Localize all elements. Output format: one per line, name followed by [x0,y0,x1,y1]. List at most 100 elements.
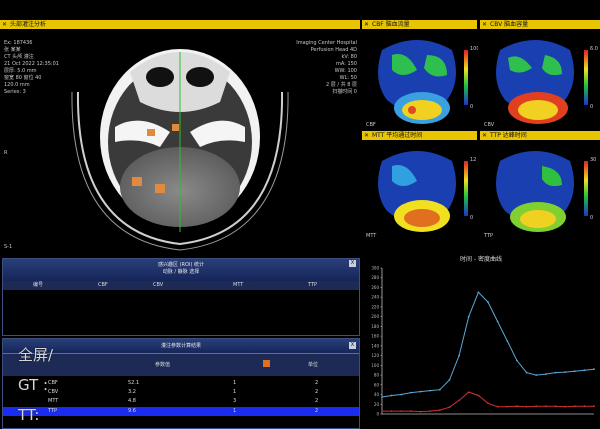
data-point[interactable] [410,410,412,412]
result-panel-header: 灌注参数计算结果 X [3,339,359,354]
data-point[interactable] [593,368,595,371]
data-point[interactable] [506,340,509,342]
y-tick-label: 220 [371,304,379,309]
table-row[interactable]: MTT 4.8 3 2 [3,397,359,406]
data-point[interactable] [400,410,403,412]
perfusion-map-cbv[interactable]: 6.0 0 CBV [480,30,600,130]
map-titlebar-cbf[interactable]: ✕ CBF 脑血流量 [362,20,477,29]
data-point[interactable] [381,410,383,412]
main-view-titlebar[interactable]: ✕ 头部灌注分析 [0,20,360,29]
scale-max: 100 [470,46,478,52]
map-label: CBF [366,122,376,128]
close-icon[interactable]: ✕ [2,20,7,29]
map-label: CBV [484,122,495,128]
data-point[interactable] [429,389,432,392]
overlay-fullscreen: 全屏/ [18,346,54,364]
data-point[interactable] [458,354,460,357]
data-point[interactable] [554,371,557,374]
data-point[interactable] [467,391,470,393]
data-point[interactable] [438,409,441,411]
data-point[interactable] [419,390,422,393]
series-line-1[interactable] [382,391,594,413]
orientation-label: R [4,150,8,156]
result-panel: 灌注参数计算结果 X 参数值 单位 CBF 52.1 1 2 CBV 3.2 1… [2,338,360,429]
close-button[interactable]: X [349,260,356,267]
data-point[interactable] [477,394,480,397]
table-row[interactable]: CBV 3.2 1 2 [3,388,359,397]
data-point[interactable] [583,369,586,372]
result-table-header: 参数值 单位 [3,354,359,376]
column-header: 参数值 [155,362,171,368]
data-point[interactable] [564,405,566,408]
data-point[interactable] [506,405,509,408]
map-title: MTT 平均通过时间 [372,132,423,139]
color-swatch[interactable] [263,360,270,367]
data-point[interactable] [535,374,538,376]
data-point[interactable] [525,405,528,408]
result-panel-title: 灌注参数计算结果 [160,343,201,349]
data-point[interactable] [487,301,489,303]
data-point[interactable] [554,405,557,408]
table-row[interactable]: CBF 52.1 1 2 [3,379,359,388]
data-point[interactable] [516,359,518,362]
close-icon[interactable]: ✕ [364,20,369,29]
y-tick-label: 260 [371,285,379,290]
column-header: MTT [233,282,244,288]
data-point[interactable] [544,373,547,375]
map-label: TTP [483,233,493,239]
data-point[interactable] [400,393,403,396]
column-header: 单位 [308,362,319,368]
data-point[interactable] [448,406,451,409]
data-point[interactable] [487,402,489,405]
data-point[interactable] [516,405,518,408]
perfusion-map-cbf[interactable]: 100 0 CBF [362,30,478,130]
data-point[interactable] [573,405,576,408]
roi-panel-title: 感兴趣区 (ROI) 统计 [158,262,204,268]
param-count: 1 [233,380,237,386]
data-point[interactable] [390,410,393,412]
data-point[interactable] [419,410,422,413]
data-point[interactable] [467,315,470,318]
overlay-tt: TT: [18,406,40,424]
y-tick-label: 80 [374,373,380,378]
data-point[interactable] [458,399,460,402]
scale-max: 6.0 [590,46,598,52]
ct-brain-image[interactable] [60,32,300,254]
param-value: 4.8 [128,398,136,404]
param-name: TTP [48,408,58,414]
series-line-0[interactable] [381,291,595,398]
map-titlebar-cbv[interactable]: ✕ CBV 脑血容量 [480,20,600,29]
close-icon[interactable]: ✕ [482,131,487,140]
data-point[interactable] [438,388,441,391]
time-density-chart[interactable]: 时间 - 密度曲线 300280260240220200180160140120… [362,252,600,429]
table-row-selected[interactable]: TTP 9.6 1 2 [3,407,359,416]
info-line: Series: 3 [4,89,26,95]
map-titlebar-ttp[interactable]: ✕ TTP 达峰时间 [480,131,600,140]
data-point[interactable] [496,320,499,323]
data-point[interactable] [410,391,412,394]
data-point[interactable] [573,370,576,373]
close-icon[interactable]: ✕ [364,131,369,140]
map-title: CBV 脑血容量 [490,21,529,28]
map-titlebar-mtt[interactable]: ✕ MTT 平均通过时间 [362,131,477,140]
data-point[interactable] [544,405,547,408]
data-point[interactable] [477,291,480,294]
info-line: 21 Oct 2022 12:35:01 [4,61,59,67]
close-button[interactable]: X [349,342,356,349]
data-point[interactable] [448,379,451,381]
data-point[interactable] [593,405,595,408]
data-point[interactable] [496,405,499,408]
close-icon[interactable]: ✕ [482,20,487,29]
data-point[interactable] [429,410,432,412]
data-point[interactable] [381,396,383,398]
patient-info: Ex: 187436 张 某某 CT 头颅 灌注 21 Oct 2022 12:… [4,40,59,96]
y-tick-label: 0 [376,412,379,417]
data-point[interactable] [564,371,566,373]
data-point[interactable] [390,394,393,397]
perfusion-map-ttp[interactable]: 30 0 TTP [480,141,600,241]
y-tick-label: 60 [374,382,380,387]
data-point[interactable] [535,405,538,408]
data-point[interactable] [583,405,586,408]
perfusion-map-mtt[interactable]: 12 0 MTT [362,141,478,241]
data-point[interactable] [525,371,528,374]
